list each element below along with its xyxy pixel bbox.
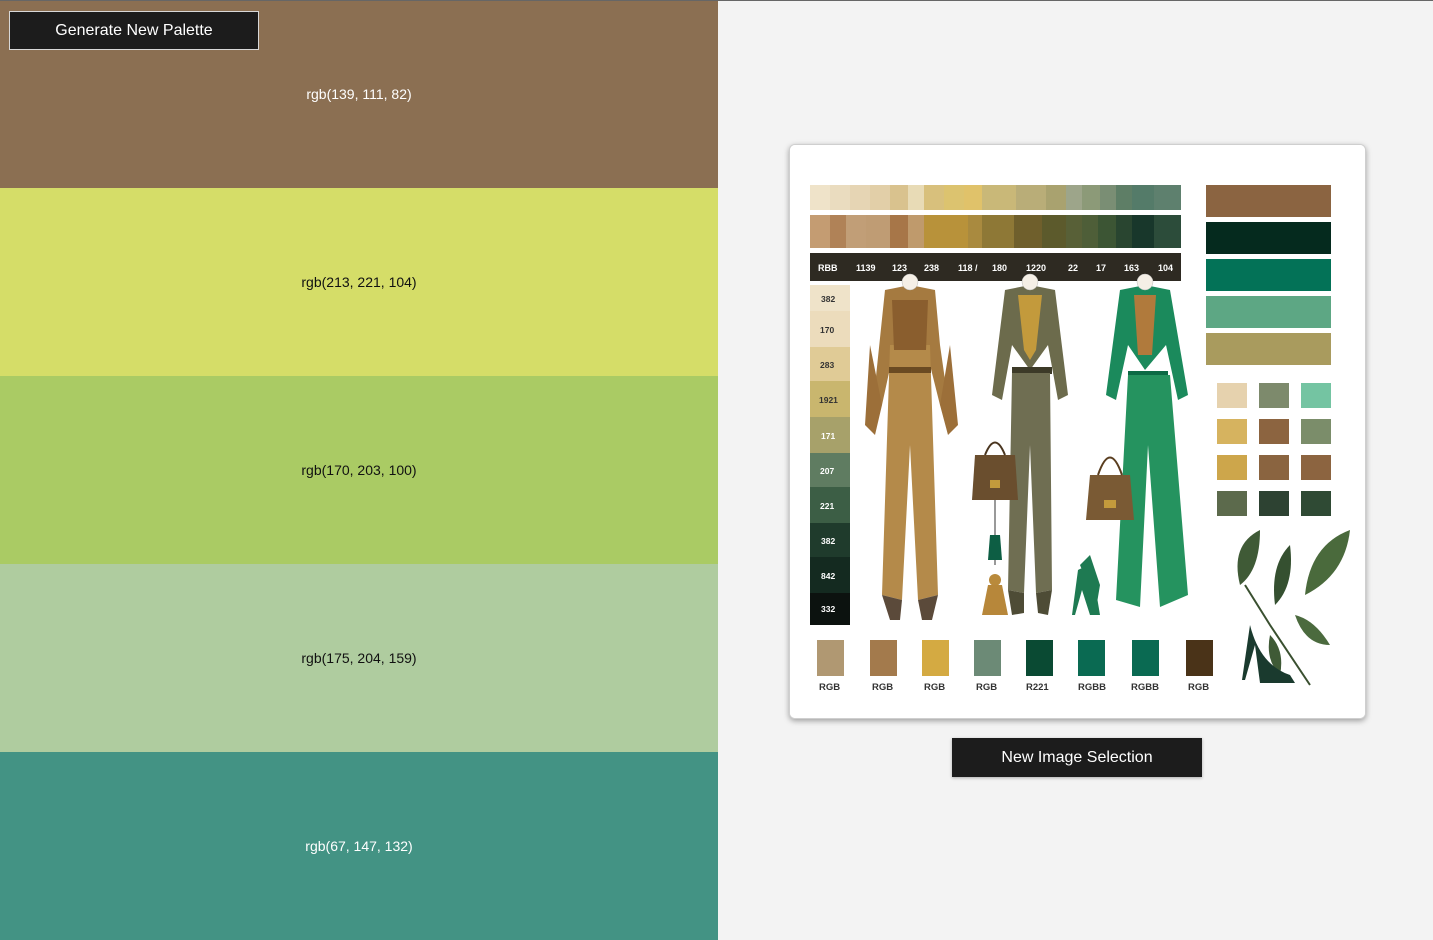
svg-text:170: 170	[820, 325, 834, 335]
swatch-label: rgb(67, 147, 132)	[305, 838, 413, 854]
svg-text:RGB: RGB	[872, 682, 893, 693]
image-panel: RBB 1139 123 238 118 / 180 1220 22 17 16…	[718, 0, 1433, 940]
swatch-4[interactable]: rgb(175, 204, 159)	[0, 564, 718, 752]
svg-text:RGB: RGB	[819, 682, 840, 693]
svg-text:RGB: RGB	[976, 682, 997, 693]
svg-text:104: 104	[1158, 263, 1173, 273]
svg-text:842: 842	[821, 571, 835, 581]
svg-text:R221: R221	[1026, 682, 1049, 693]
svg-text:RGB: RGB	[924, 682, 945, 693]
svg-text:221: 221	[820, 501, 834, 511]
svg-text:RGBB: RGBB	[1131, 682, 1159, 693]
svg-text:RGB: RGB	[1188, 682, 1209, 693]
svg-text:283: 283	[820, 360, 834, 370]
svg-text:118 /: 118 /	[958, 263, 978, 273]
svg-text:22: 22	[1068, 263, 1078, 273]
svg-text:238: 238	[924, 263, 939, 273]
fashion-palette-illustration: RBB 1139 123 238 118 / 180 1220 22 17 16…	[790, 145, 1365, 718]
svg-text:332: 332	[821, 604, 835, 614]
svg-text:163: 163	[1124, 263, 1139, 273]
swatch-label: rgb(139, 111, 82)	[306, 86, 412, 102]
new-image-selection-button[interactable]: New Image Selection	[952, 738, 1202, 777]
mood-board-image: RBB 1139 123 238 118 / 180 1220 22 17 16…	[789, 144, 1366, 719]
svg-text:RBB: RBB	[818, 263, 838, 273]
palette-panel: rgb(139, 111, 82) rgb(213, 221, 104) rgb…	[0, 0, 718, 940]
color-strip-second	[810, 215, 1181, 248]
window-top-border	[0, 0, 1433, 1]
swatch-label: rgb(175, 204, 159)	[301, 650, 417, 666]
svg-text:180: 180	[992, 263, 1007, 273]
svg-text:1139: 1139	[856, 263, 876, 273]
svg-text:207: 207	[820, 466, 834, 476]
svg-text:382: 382	[821, 294, 835, 304]
svg-text:123: 123	[892, 263, 907, 273]
swatch-label: rgb(213, 221, 104)	[301, 274, 417, 290]
svg-text:171: 171	[821, 431, 835, 441]
swatch-2[interactable]: rgb(213, 221, 104)	[0, 188, 718, 376]
svg-text:17: 17	[1096, 263, 1106, 273]
right-color-bars	[1206, 185, 1331, 365]
svg-text:382: 382	[821, 536, 835, 546]
swatch-label: rgb(170, 203, 100)	[301, 462, 417, 478]
svg-text:1921: 1921	[819, 395, 838, 405]
swatch-5[interactable]: rgb(67, 147, 132)	[0, 752, 718, 940]
swatch-3[interactable]: rgb(170, 203, 100)	[0, 376, 718, 564]
generate-palette-button[interactable]: Generate New Palette	[9, 11, 259, 50]
svg-text:RGBB: RGBB	[1078, 682, 1106, 693]
color-strip-top	[810, 185, 1181, 210]
svg-text:1220: 1220	[1026, 263, 1046, 273]
